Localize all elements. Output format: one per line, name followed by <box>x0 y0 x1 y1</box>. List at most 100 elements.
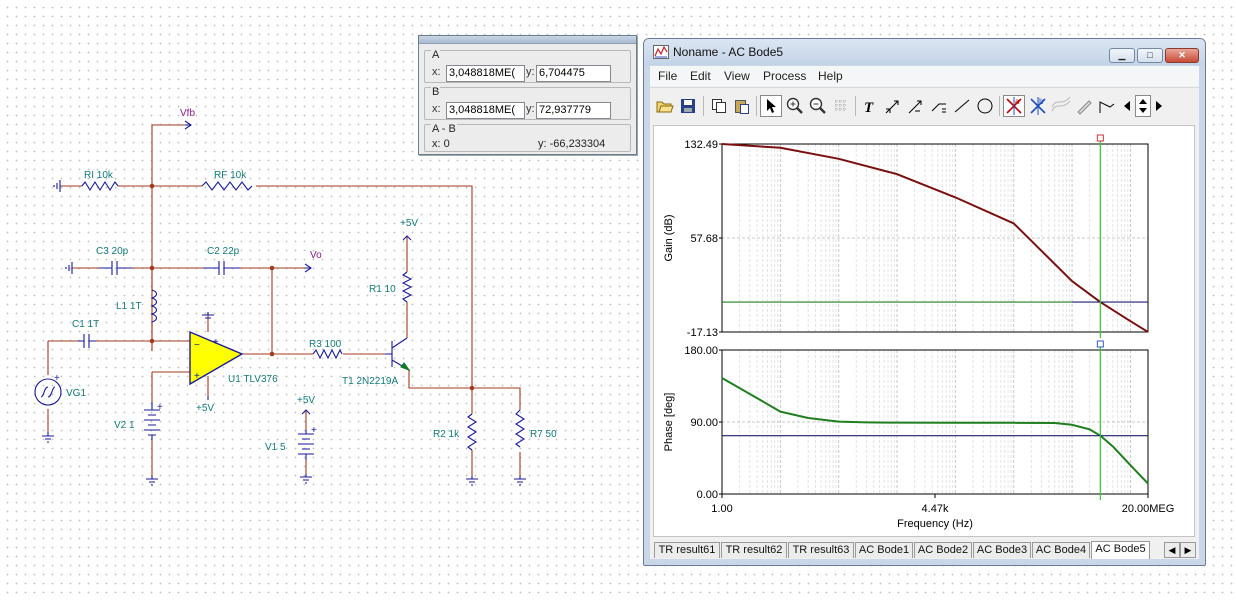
svg-text:+: + <box>311 425 317 436</box>
marker-icon[interactable] <box>1096 95 1118 117</box>
label-c3: C3 20p <box>96 246 129 257</box>
circle-icon[interactable] <box>974 95 996 117</box>
menu-help[interactable]: Help <box>818 69 843 83</box>
tab-tr-result62[interactable]: TR result62 <box>721 542 787 558</box>
label-u1: U1 TLV376 <box>228 374 278 385</box>
toolbar-separator <box>999 96 1000 116</box>
capacitor-c2 <box>203 261 240 275</box>
phase-y-tick-label: 90.00 <box>690 417 718 429</box>
tab-prev-button[interactable]: ◀ <box>1164 542 1180 558</box>
axis-c-icon[interactable] <box>928 95 950 117</box>
label-ri: RI 10k <box>84 170 114 181</box>
zoom-out-icon[interactable] <box>807 95 829 117</box>
tab-tr-result61[interactable]: TR result61 <box>654 542 720 558</box>
phase-chart: 180.00 90.00 0.00 Phase [deg] 1.00 4.47k 20.00… <box>663 340 1174 530</box>
cursor-b-group: B x: 3,048818ME( y: 72,937779 <box>424 86 631 120</box>
label-r2: R2 1k <box>433 429 460 440</box>
cursor-diff-x: x: 0 <box>432 138 450 150</box>
cursor-diff-group: A - B x: 0 y: -66,233304 <box>424 123 631 152</box>
menu-view[interactable]: View <box>724 69 750 83</box>
menu-bar: File Edit View Process Help <box>650 66 1199 86</box>
analysis-window: Noname - AC Bode5 ▁ □ ✕ File Edit View P… <box>643 38 1206 566</box>
label-5v-v1: +5V <box>297 395 315 406</box>
cursor-diff-y: y: -66,233304 <box>538 138 606 150</box>
cursor-b-y-field[interactable]: 72,937779 <box>536 102 611 119</box>
label-vfb: Vfb <box>180 108 195 119</box>
toolbar: T a b <box>650 87 1199 124</box>
curve-icon[interactable] <box>1050 95 1072 117</box>
x-tick-label: 4.47k <box>922 503 949 515</box>
gain-y-tick-label: 132.49 <box>684 139 718 151</box>
label-v2: V2 1 <box>114 420 135 431</box>
paste-icon[interactable] <box>731 95 753 117</box>
cursor-a-y-label: y: <box>526 66 535 78</box>
phase-series-0 <box>721 377 1149 485</box>
resistor-r3 <box>312 348 343 360</box>
cursor-a-icon[interactable]: a <box>1003 95 1025 117</box>
label-vo: Vo <box>310 250 322 261</box>
gain-y-axis-label: Gain (dB) <box>663 214 675 261</box>
label-rf: RF 10k <box>214 170 247 181</box>
cursor-b-x-field[interactable]: 3,048818ME( <box>446 102 525 119</box>
close-button[interactable]: ✕ <box>1165 48 1199 63</box>
tab-tr-result63[interactable]: TR result63 <box>788 542 854 558</box>
menu-file[interactable]: File <box>658 69 677 83</box>
tab-ac-bode4[interactable]: AC Bode4 <box>1032 542 1090 558</box>
save-icon[interactable] <box>677 95 699 117</box>
toolbar-separator <box>703 96 704 116</box>
cursor-a-group: A x: 3,048818ME( y: 6,704475 <box>424 49 631 83</box>
label-opamp-5v: +5V <box>196 403 214 414</box>
phase-cursor-handle[interactable] <box>1096 340 1104 348</box>
zoom-in-icon[interactable] <box>784 95 806 117</box>
label-r3: R3 100 <box>309 339 342 350</box>
label-c2: C2 22p <box>207 246 240 257</box>
nav-right-icon[interactable] <box>1152 95 1166 117</box>
svg-text:+: + <box>54 373 60 384</box>
tab-ac-bode1[interactable]: AC Bode1 <box>855 542 913 558</box>
label-r1: R1 10 <box>369 284 396 295</box>
svg-text:+: + <box>157 402 163 413</box>
cursor-a-x-field[interactable]: 3,048818ME( <box>446 65 525 82</box>
nav-left-icon[interactable] <box>1120 95 1134 117</box>
gain-grid <box>722 143 1148 333</box>
phase-y-tick-label: 180.00 <box>684 345 718 357</box>
tab-next-button[interactable]: ▶ <box>1180 542 1196 558</box>
window-titlebar[interactable]: Noname - AC Bode5 ▁ □ ✕ <box>644 39 1205 65</box>
bode-plot-area: 132.49 57.68 -17.13 Gain (dB) 180.00 90.00 0.0… <box>653 125 1195 537</box>
cursor-a-y-field[interactable]: 6,704475 <box>536 65 611 82</box>
gain-cursor-handle[interactable] <box>1096 134 1104 142</box>
cursor-readout-panel: A x: 3,048818ME( y: 6,704475 B x: 3,0488… <box>418 35 637 155</box>
nav-up-down-icon[interactable] <box>1135 95 1151 117</box>
axis-a-icon[interactable] <box>882 95 904 117</box>
x-tick-label: 1.00 <box>711 503 732 515</box>
copy-icon[interactable] <box>708 95 730 117</box>
cursor-panel-titlebar[interactable] <box>419 36 636 44</box>
menu-process[interactable]: Process <box>763 69 806 83</box>
toolbar-separator <box>855 96 856 116</box>
pointer-icon[interactable] <box>760 95 782 117</box>
resistor-r7 <box>514 409 526 448</box>
tab-ac-bode3[interactable]: AC Bode3 <box>973 542 1031 558</box>
result-tabs: TR result61 TR result62 TR result63 AC B… <box>654 541 1196 559</box>
cursor-b-icon[interactable]: b <box>1027 95 1049 117</box>
phase-y-tick-label: 0.00 <box>697 489 718 501</box>
tab-ac-bode2[interactable]: AC Bode2 <box>914 542 972 558</box>
minimize-button[interactable]: ▁ <box>1109 48 1135 63</box>
maximize-button[interactable]: □ <box>1137 48 1163 63</box>
svg-text:−: − <box>194 340 200 351</box>
menu-edit[interactable]: Edit <box>690 69 711 83</box>
svg-text:+: + <box>194 371 200 382</box>
tab-ac-bode5[interactable]: AC Bode5 <box>1091 541 1150 559</box>
open-icon[interactable] <box>654 95 676 117</box>
pen-icon[interactable] <box>1073 95 1095 117</box>
transistor-t1 <box>385 337 411 372</box>
grid-icon[interactable] <box>830 95 852 117</box>
resistor-r1 <box>401 271 413 303</box>
axis-b-icon[interactable] <box>905 95 927 117</box>
line-icon[interactable] <box>951 95 973 117</box>
label-v1: V1 5 <box>265 442 286 453</box>
cursor-b-label: B <box>431 86 441 98</box>
cursor-b-y-label: y: <box>526 103 535 115</box>
capacitor-c3 <box>99 261 132 275</box>
text-icon[interactable]: T <box>859 95 881 117</box>
